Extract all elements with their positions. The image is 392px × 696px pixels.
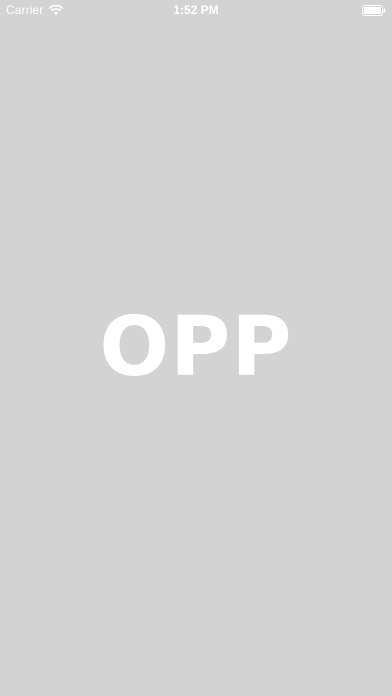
splash-logo: OPP — [99, 300, 293, 395]
battery-icon — [362, 5, 386, 16]
status-bar: Carrier 1:52 PM — [0, 0, 392, 20]
status-time: 1:52 PM — [173, 3, 219, 17]
